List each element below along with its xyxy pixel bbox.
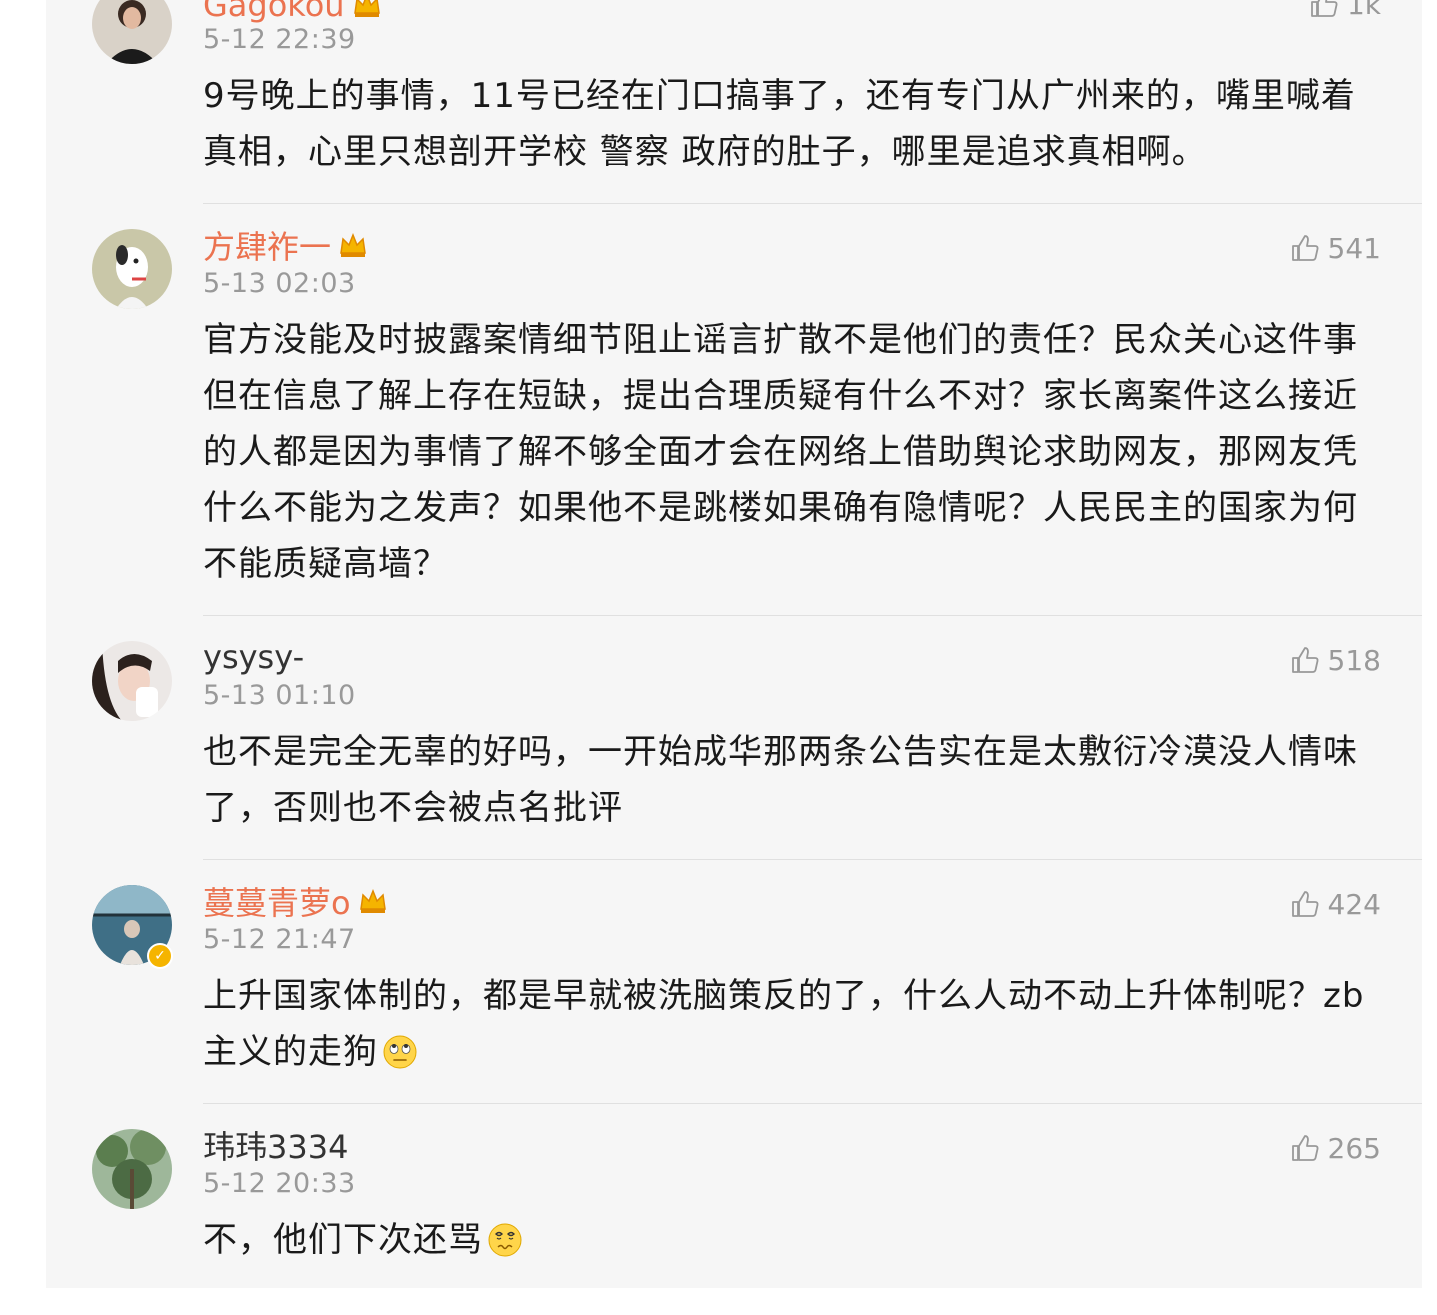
comment-text: 也不是完全无辜的好吗，一开始成华那两条公告实在是太敷衍冷漠没人情味了，否则也不会… <box>203 732 1358 828</box>
thumbs-up-icon <box>1309 0 1339 19</box>
divider <box>203 1103 1422 1104</box>
crown-vip-icon <box>357 885 389 917</box>
divider <box>203 203 1422 204</box>
like-count: 518 <box>1327 643 1381 677</box>
comment-list: Gagokou 5-12 22:39 1k 9号晚上的事情，11号已经在门口搞事… <box>46 0 1422 1288</box>
eye-roll-emoji <box>382 1034 418 1070</box>
verified-check-icon: ✓ <box>147 943 173 969</box>
like-button[interactable]: 541 <box>1290 230 1381 266</box>
username[interactable]: Gagokou <box>203 0 345 24</box>
comment-text: 9号晚上的事情，11号已经在门口搞事了，还有专门从广州来的，嘴里喊着真相，心里只… <box>203 76 1356 172</box>
username[interactable]: 方肆祚一 <box>203 222 331 268</box>
username[interactable]: 蔓蔓青萝o <box>203 878 351 924</box>
avatar[interactable] <box>92 641 172 721</box>
bottom-edge <box>0 1288 1437 1315</box>
avatar[interactable] <box>92 229 172 309</box>
like-button[interactable]: 424 <box>1290 886 1381 922</box>
thumbs-up-icon <box>1290 889 1320 919</box>
comment-text-content: 不，他们下次还骂 <box>203 1220 483 1260</box>
crown-vip-icon <box>351 0 383 21</box>
like-button[interactable]: 518 <box>1290 642 1381 678</box>
thumbs-up-icon <box>1290 1133 1320 1163</box>
avatar[interactable] <box>92 0 172 64</box>
like-button[interactable]: 265 <box>1290 1130 1381 1166</box>
like-count: 424 <box>1327 887 1381 921</box>
timestamp: 5-12 22:39 <box>203 24 356 55</box>
timestamp: 5-13 02:03 <box>203 268 356 299</box>
comment-text: 官方没能及时披露案情细节阻止谣言扩散不是他们的责任？民众关心这件事但在信息了解上… <box>203 320 1358 584</box>
like-count: 1k <box>1346 0 1381 21</box>
like-count: 541 <box>1327 231 1381 265</box>
thumbs-up-icon <box>1290 233 1320 263</box>
like-button[interactable]: 1k <box>1309 0 1381 22</box>
dizzy-face-emoji <box>487 1222 523 1258</box>
divider <box>203 859 1422 860</box>
timestamp: 5-12 20:33 <box>203 1168 356 1199</box>
crown-vip-icon <box>337 229 369 261</box>
comment-text: 上升国家体制的，都是早就被洗脑策反的了，什么人动不动上升体制呢？zb主义的走狗 <box>203 968 1383 1080</box>
divider <box>203 615 1422 616</box>
timestamp: 5-12 21:47 <box>203 924 356 955</box>
timestamp: 5-13 01:10 <box>203 680 356 711</box>
username[interactable]: 玮玮3334 <box>203 1122 348 1168</box>
like-count: 265 <box>1327 1131 1381 1165</box>
comment-text-content: 上升国家体制的，都是早就被洗脑策反的了，什么人动不动上升体制呢？zb主义的走狗 <box>203 976 1365 1072</box>
thumbs-up-icon <box>1290 645 1320 675</box>
username[interactable]: ysysy- <box>203 638 304 676</box>
comment-text: 不，他们下次还骂 <box>203 1212 1383 1268</box>
avatar[interactable] <box>92 1129 172 1209</box>
